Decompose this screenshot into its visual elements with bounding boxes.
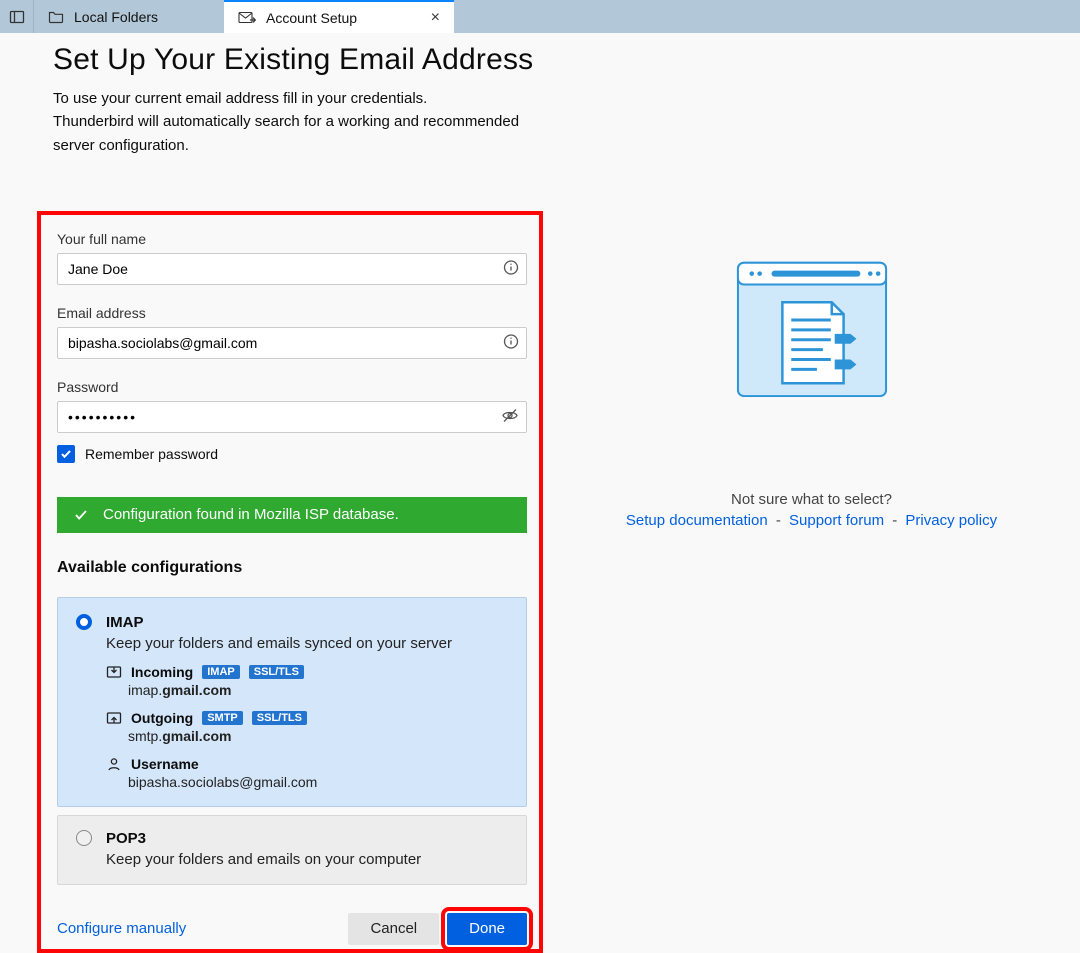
document-illustration <box>727 243 897 401</box>
eye-off-icon[interactable] <box>501 406 519 427</box>
tab-local-folders[interactable]: Local Folders <box>34 0 224 33</box>
security-pill: SSL/TLS <box>249 665 304 679</box>
help-prompt: Not sure what to select? <box>731 491 892 508</box>
radio-unselected-icon <box>76 830 92 846</box>
proto-pill: IMAP <box>202 665 240 679</box>
status-banner: Configuration found in Mozilla ISP datab… <box>57 497 527 533</box>
cancel-button[interactable]: Cancel <box>348 913 439 945</box>
proto-pill: SMTP <box>202 711 243 725</box>
outgoing-label: Outgoing <box>131 710 193 726</box>
panel-icon <box>9 9 25 25</box>
remember-password-checkbox[interactable]: Remember password <box>57 445 527 463</box>
page-subtitle: To use your current email address fill i… <box>53 87 543 157</box>
support-forum-link[interactable]: Support forum <box>789 512 884 529</box>
remember-label: Remember password <box>85 446 218 462</box>
tab-label: Account Setup <box>266 10 357 26</box>
sidebar-toggle-button[interactable] <box>0 0 34 33</box>
form-highlight-box: Your full name Email address <box>37 211 543 953</box>
done-button[interactable]: Done <box>447 913 527 945</box>
user-icon <box>106 756 122 772</box>
email-input[interactable] <box>57 327 527 359</box>
name-label: Your full name <box>57 231 527 247</box>
page-body: Set Up Your Existing Email Address To us… <box>0 33 1080 904</box>
incoming-host: imap.gmail.com <box>128 682 508 698</box>
incoming-label: Incoming <box>131 664 193 680</box>
privacy-policy-link[interactable]: Privacy policy <box>905 512 997 529</box>
outgoing-host: smtp.gmail.com <box>128 728 508 744</box>
tab-account-setup[interactable]: Account Setup × <box>224 0 454 33</box>
folder-icon <box>48 10 64 24</box>
config-desc: Keep your folders and emails on your com… <box>106 851 508 868</box>
info-icon[interactable] <box>503 259 519 278</box>
close-icon[interactable]: × <box>431 9 440 27</box>
email-label: Email address <box>57 305 527 321</box>
outgoing-icon <box>106 710 122 726</box>
config-imap[interactable]: IMAP Keep your folders and emails synced… <box>57 597 527 807</box>
config-desc: Keep your folders and emails synced on y… <box>106 635 508 652</box>
password-input[interactable] <box>57 401 527 433</box>
check-icon <box>73 507 89 523</box>
username-label: Username <box>131 756 199 772</box>
config-label: IMAP <box>106 614 144 631</box>
mail-setup-icon <box>238 11 256 25</box>
checkbox-checked-icon <box>57 445 75 463</box>
help-links: Setup documentation - Support forum - Pr… <box>626 512 997 529</box>
password-label: Password <box>57 379 527 395</box>
tab-bar: Local Folders Account Setup × <box>0 0 1080 33</box>
tab-label: Local Folders <box>74 9 158 25</box>
config-label: POP3 <box>106 830 146 847</box>
config-pop3[interactable]: POP3 Keep your folders and emails on you… <box>57 815 527 885</box>
page-title: Set Up Your Existing Email Address <box>53 43 543 77</box>
info-icon[interactable] <box>503 333 519 352</box>
incoming-icon <box>106 664 122 680</box>
security-pill: SSL/TLS <box>252 711 307 725</box>
radio-selected-icon <box>76 614 92 630</box>
configure-manually-link[interactable]: Configure manually <box>57 920 186 937</box>
available-configurations-title: Available configurations <box>57 559 527 577</box>
username-value: bipasha.sociolabs@gmail.com <box>128 774 508 790</box>
setup-documentation-link[interactable]: Setup documentation <box>626 512 768 529</box>
name-input[interactable] <box>57 253 527 285</box>
